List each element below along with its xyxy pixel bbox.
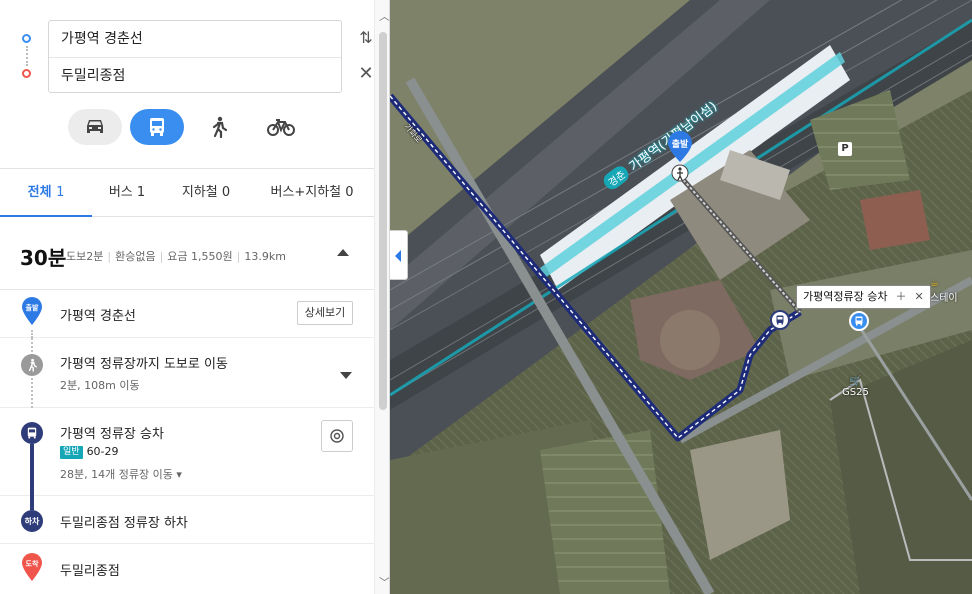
walk-icon bbox=[28, 358, 37, 372]
transfer-info: 환승없음 bbox=[115, 250, 156, 263]
bus-number: 60-29 bbox=[86, 445, 119, 458]
bus-step-icon bbox=[21, 422, 43, 444]
bus-type-badge: 일반 bbox=[60, 446, 83, 459]
close-icon[interactable]: ✕ bbox=[356, 64, 376, 84]
bus-stop-marker[interactable] bbox=[849, 311, 869, 331]
location-target-icon bbox=[330, 429, 344, 443]
origin-dot-icon bbox=[22, 34, 31, 43]
car-icon bbox=[87, 120, 103, 133]
step-walk[interactable]: 가평역 정류장까지 도보로 이동 2분, 108m 이동 bbox=[0, 338, 374, 408]
swap-icon[interactable]: ⇅ bbox=[356, 28, 376, 48]
bus-stop-popup[interactable]: 가평역정류장 승차 ＋ ✕ bbox=[796, 285, 931, 309]
tab-count: 1 bbox=[56, 185, 65, 200]
destination-dot-icon bbox=[22, 69, 31, 78]
walk-icon bbox=[212, 116, 228, 138]
tab-count: 0 bbox=[221, 185, 231, 200]
tab-subway[interactable]: 지하철 0 bbox=[162, 169, 250, 217]
fare: 요금 1,550원 bbox=[167, 250, 233, 263]
bus-icon bbox=[150, 118, 164, 136]
poi-cafe[interactable]: ☕ 스테이 bbox=[930, 278, 958, 304]
panel-scrollbar[interactable]: ︿ ﹀ bbox=[374, 0, 389, 594]
bus-icon bbox=[776, 315, 784, 325]
directions-panel: 가평역 경춘선 두밀리종점 ⇅ ✕ 전체 1 버스 1 지하철 0 버스+지하철… bbox=[0, 0, 390, 594]
mode-transit-button[interactable] bbox=[130, 109, 184, 145]
step-title: 두밀리종점 정류장 하차 bbox=[60, 516, 188, 531]
bus-stop-location-button[interactable] bbox=[321, 420, 353, 452]
alight-badge: 하차 bbox=[21, 510, 43, 532]
step-subtitle: 2분, 108m 이동 bbox=[60, 379, 140, 392]
scroll-thumb[interactable] bbox=[379, 32, 387, 410]
tab-bus-subway[interactable]: 버스+지하철 0 bbox=[250, 169, 374, 217]
total-time: 30분 bbox=[20, 246, 67, 270]
route-connector bbox=[26, 46, 28, 66]
walk-time: 도보2분 bbox=[66, 250, 104, 263]
step-subtitle[interactable]: 28분, 14개 정류장 이동 ▾ bbox=[60, 466, 182, 482]
parking-icon[interactable]: P bbox=[838, 142, 852, 156]
tab-count: 1 bbox=[136, 185, 146, 200]
tab-all[interactable]: 전체 1 bbox=[0, 169, 92, 217]
route-meta: 도보2분 | 환승없음 | 요금 1,550원 | 13.9km bbox=[66, 250, 286, 263]
tab-count: 0 bbox=[345, 185, 354, 200]
step-alight: 하차 두밀리종점 정류장 하차 bbox=[0, 496, 374, 544]
start-badge-text: 출발 bbox=[26, 303, 39, 312]
end-marker-icon: 도착 bbox=[22, 553, 42, 581]
popup-title: 가평역정류장 승차 bbox=[803, 290, 888, 303]
popup-close-icon[interactable]: ✕ bbox=[914, 286, 923, 308]
expand-caret-icon[interactable] bbox=[340, 372, 352, 379]
bus-route-line bbox=[30, 496, 34, 510]
shop-icon: 🛒 bbox=[849, 376, 862, 387]
scroll-up-icon[interactable]: ︿ bbox=[379, 8, 389, 24]
start-pin-label: 출발 bbox=[671, 140, 689, 150]
walk-connector bbox=[31, 330, 33, 338]
bus-route-line bbox=[30, 444, 34, 496]
poi-label: 스테이 bbox=[930, 293, 958, 304]
tab-label: 버스+지하철 bbox=[270, 185, 342, 200]
collapse-caret-icon[interactable] bbox=[337, 249, 349, 256]
step-end: 도착 두밀리종점 bbox=[0, 544, 374, 594]
destination-input[interactable]: 두밀리종점 bbox=[49, 57, 341, 93]
step-title: 두밀리종점 bbox=[60, 564, 120, 579]
tab-label: 지하철 bbox=[181, 185, 218, 200]
walk-connector bbox=[31, 338, 33, 352]
step-board[interactable]: 가평역 정류장 승차 일반 60-29 28분, 14개 정류장 이동 ▾ bbox=[0, 408, 374, 496]
cafe-icon: ☕ bbox=[930, 278, 939, 289]
bus-line-info: 일반 60-29 bbox=[60, 445, 119, 459]
poi-label: GS25 bbox=[842, 387, 869, 398]
route-steps: 출발 가평역 경춘선 상세보기 가평역 정류장까지 도보로 이동 2분, 108… bbox=[0, 290, 374, 594]
mode-walk-button[interactable] bbox=[192, 109, 246, 145]
scroll-down-icon[interactable]: ﹀ bbox=[379, 574, 389, 590]
route-inputs: 가평역 경춘선 두밀리종점 bbox=[48, 20, 342, 93]
origin-input[interactable]: 가평역 경춘선 bbox=[49, 21, 341, 57]
distance: 13.9km bbox=[244, 250, 286, 263]
tab-label: 전체 bbox=[27, 185, 52, 200]
bike-icon bbox=[267, 119, 295, 136]
walk-connector bbox=[31, 378, 33, 408]
map-start-marker[interactable]: 출발 bbox=[666, 130, 694, 182]
panel-collapse-button[interactable] bbox=[390, 230, 408, 280]
step-title: 가평역 경춘선 bbox=[60, 309, 136, 324]
poi-gs25[interactable]: 🛒 GS25 bbox=[842, 376, 869, 398]
tab-label: 버스 bbox=[108, 185, 133, 200]
mode-bike-button[interactable] bbox=[254, 109, 308, 145]
step-title: 가평역 정류장까지 도보로 이동 bbox=[60, 357, 228, 372]
popup-add-icon[interactable]: ＋ bbox=[895, 286, 906, 308]
bus-stop-marker[interactable] bbox=[770, 310, 790, 330]
transport-modes bbox=[68, 109, 308, 145]
walk-step-icon bbox=[21, 354, 43, 376]
step-title: 가평역 정류장 승차 bbox=[60, 427, 164, 442]
step-start: 출발 가평역 경춘선 상세보기 bbox=[0, 290, 374, 338]
start-marker-icon: 출발 bbox=[22, 297, 42, 325]
bus-icon bbox=[855, 316, 863, 326]
detail-button[interactable]: 상세보기 bbox=[297, 301, 353, 325]
route-tabs: 전체 1 버스 1 지하철 0 버스+지하철 0 bbox=[0, 169, 374, 217]
tab-bus[interactable]: 버스 1 bbox=[92, 169, 162, 217]
bus-icon bbox=[27, 427, 37, 439]
end-badge-text: 도착 bbox=[26, 559, 39, 568]
mode-car-button[interactable] bbox=[68, 109, 122, 145]
route-summary[interactable]: 30분 도보2분 | 환승없음 | 요금 1,550원 | 13.9km bbox=[0, 218, 374, 290]
